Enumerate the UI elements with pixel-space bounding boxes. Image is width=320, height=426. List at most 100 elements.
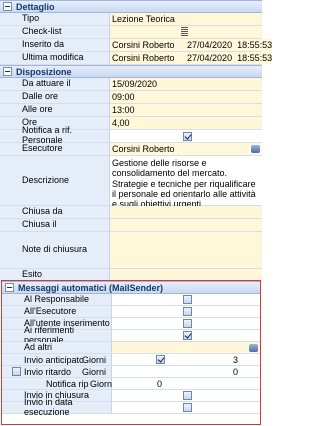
section-header-disposizione[interactable]: Disposizione [0,65,262,78]
anticipato-checkbox[interactable] [156,355,165,364]
ritardo-giorni-label: Giorni [82,366,107,377]
row-altri[interactable]: Ad altri [2,342,260,354]
section-title: Disposizione [16,66,72,77]
ritardo-value[interactable]: 0 [112,366,260,377]
anticipato-value[interactable]: 3 [112,354,260,365]
collapse-icon[interactable] [3,67,12,76]
checklist-grip-icon[interactable] [181,27,188,36]
row-riferimenti[interactable]: Ai riferimenti personale [2,325,260,344]
row-label: Ad altri [2,342,112,353]
row-label: Alle ore [0,104,110,116]
row-data-esecuzione[interactable]: Invio in data esecuzione [2,397,260,416]
row-chiusa-da[interactable]: Chiusa da [0,206,262,219]
notifica-rip-label-cell: Notifica rip Giorni [2,378,115,389]
row-data[interactable]: Da attuare il 15/09/2020 [0,78,262,91]
ritardo-number[interactable]: 0 [233,367,238,377]
data-esecuzione-checkbox[interactable] [182,403,192,412]
row-notifica-rip[interactable]: Notifica rip Giorni 0 [2,378,260,390]
notifica-rip-label: Notifica rip [46,378,89,389]
row-label: Note di chiusura [0,232,110,268]
ore-value[interactable]: 4,00 [110,117,262,129]
esecutore-value[interactable]: Corsini Roberto [110,143,262,155]
row-note[interactable]: Note di chiusura [0,232,262,269]
collapse-icon[interactable] [5,283,14,292]
utente-value[interactable] [112,318,260,329]
row-label: Esecutore [0,143,110,155]
notifica-rip-number[interactable]: 0 [157,379,162,389]
row-tipo[interactable]: Tipo Lezione Teorica [0,13,262,26]
alle-value[interactable]: 13:00 [110,104,262,116]
esecutore-checkbox[interactable] [182,307,192,316]
chiusura-value[interactable] [112,390,260,401]
inserito-value: Corsini Roberto 27/04/2020 18:55:53 [110,39,273,51]
altri-value[interactable] [112,342,260,353]
ritardo-label: Invio ritardo [24,366,72,377]
section-title: Dettaglio [16,1,55,12]
altri-dropdown-icon[interactable] [249,344,258,352]
chiusa-da-value[interactable] [110,206,262,218]
utente-checkbox[interactable] [182,319,192,328]
ritardo-label-cell: Invio ritardo Giorni [2,366,112,377]
anticipato-number[interactable]: 3 [233,355,238,365]
row-chiusa-il[interactable]: Chiusa il [0,219,262,232]
row-label: All'Esecutore [2,306,112,317]
esecutore-text: Corsini Roberto [112,144,175,154]
collapse-icon[interactable] [3,2,12,11]
dettaglio-rows: Tipo Lezione Teorica Check-list Inserito… [0,13,273,65]
row-label: Notifica a rif. Personale [0,125,110,145]
data-value[interactable]: 15/09/2020 [110,78,262,90]
row-label: Ultima modifica [0,52,110,64]
riferimenti-value[interactable] [112,330,260,341]
row-ritardo[interactable]: Invio ritardo Giorni 0 [2,366,260,378]
note-value[interactable] [110,232,262,268]
row-descrizione[interactable]: Descrizione Gestione delle risorse e con… [0,156,262,209]
row-label: Inserito da [0,39,110,51]
esecutore-dropdown-icon[interactable] [251,145,260,153]
row-label: Chiusa il [0,219,110,231]
chiusura-checkbox[interactable] [182,391,192,400]
anticipato-label: Invio anticipato [24,354,85,365]
row-label: Descrizione [0,156,110,205]
row-modifica[interactable]: Ultima modifica Corsini Roberto 27/04/20… [0,52,273,65]
row-inserito[interactable]: Inserito da Corsini Roberto 27/04/2020 1… [0,39,273,52]
ritardo-checkbox[interactable] [12,367,21,376]
dalle-value[interactable]: 09:00 [110,91,262,103]
section-header-dettaglio[interactable]: Dettaglio [0,0,262,13]
disposizione-rows: Da attuare il 15/09/2020 Dalle ore 09:00… [0,78,262,282]
responsabile-value[interactable] [112,294,260,305]
messaggi-rows: Al Responsabile All'Esecutore All'utente… [2,294,260,416]
row-label: Ai riferimenti personale [2,325,112,344]
row-label: Dalle ore [0,91,110,103]
tipo-value[interactable]: Lezione Teorica [110,13,262,25]
notifica-rip-value[interactable]: 0 [112,378,260,389]
esecutore-msg-value[interactable] [112,306,260,317]
anticipato-giorni-label: Giorni [82,354,107,365]
row-label: Da attuare il [0,78,110,90]
row-esecutore[interactable]: Esecutore Corsini Roberto [0,143,262,156]
section-title: Messaggi automatici (MailSender) [18,282,164,293]
row-label: Check-list [0,26,110,38]
modifica-value: Corsini Roberto 27/04/2020 18:55:53 [110,52,273,64]
notifica-rip-giorni-label: Giorni [90,378,115,389]
descrizione-value[interactable]: Gestione delle risorse e consolidamento … [110,156,262,209]
row-responsabile[interactable]: Al Responsabile [2,294,260,306]
row-alle[interactable]: Alle ore 13:00 [0,104,262,117]
chiusa-il-value[interactable] [110,219,262,231]
row-label: Al Responsabile [2,294,112,305]
anticipato-label-cell: Invio anticipato Giorni [2,354,112,365]
riferimenti-checkbox[interactable] [182,331,192,340]
data-esecuzione-value[interactable] [112,402,260,413]
row-notifica[interactable]: Notifica a rif. Personale [0,125,262,145]
row-anticipato[interactable]: Invio anticipato Giorni 3 [2,354,260,366]
section-header-messaggi[interactable]: Messaggi automatici (MailSender) [2,281,260,294]
notifica-checkbox[interactable] [182,131,192,141]
row-dalle[interactable]: Dalle ore 09:00 [0,91,262,104]
row-label: Invio in data esecuzione [2,397,112,416]
row-checklist[interactable]: Check-list [0,26,262,39]
responsabile-checkbox[interactable] [182,295,192,304]
row-label: Tipo [0,13,110,25]
checklist-value[interactable] [110,26,262,38]
notifica-value[interactable] [110,130,262,142]
row-label: Chiusa da [0,206,110,218]
row-esecutore-msg[interactable]: All'Esecutore [2,306,260,318]
